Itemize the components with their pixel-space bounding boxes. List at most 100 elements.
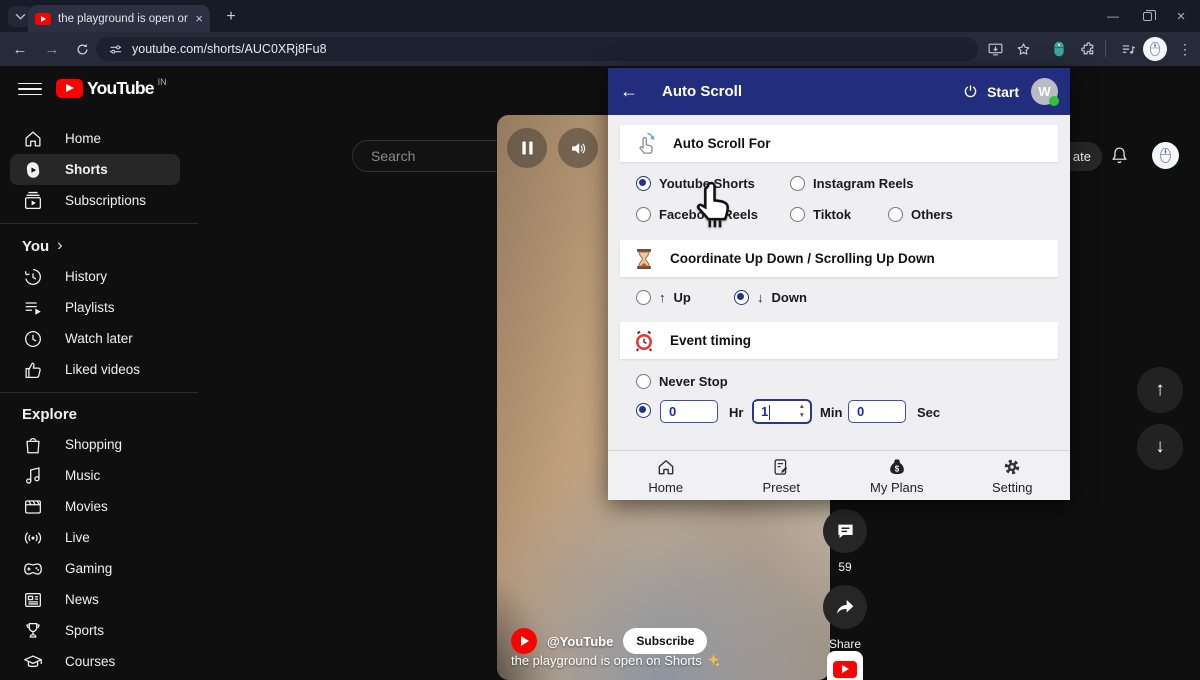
sidebar-item-music[interactable]: Music [10,460,180,491]
notifications-button[interactable] [1109,145,1130,166]
browser-menu-button[interactable]: ⋮ [1174,38,1196,60]
radio-icon[interactable] [636,290,651,305]
option-label: Down [772,290,807,305]
section-label: You [22,238,49,255]
sidebar-item-playlists[interactable]: Playlists [10,292,180,323]
browser-forward-button[interactable]: → [40,37,64,61]
youtube-region-label: IN [158,77,167,87]
pause-button[interactable] [507,128,547,168]
extensions-button[interactable] [1077,38,1099,60]
option-instagram-reels[interactable]: Instagram Reels [790,176,913,191]
browser-back-button[interactable]: ← [8,37,32,61]
browser-profile-avatar[interactable] [1143,37,1167,61]
home-icon [22,128,44,150]
number-spinner[interactable]: ▲ ▼ [799,402,805,420]
panel-header: ← Auto Scroll Start W [608,68,1070,115]
autoscroll-extension-button[interactable] [1048,38,1070,60]
option-never-stop[interactable]: Never Stop [636,374,728,389]
mute-button[interactable] [558,128,598,168]
radio-selected-icon[interactable] [734,290,749,305]
sound-thumbnail[interactable] [827,651,863,680]
tab-queue-button[interactable] [1117,38,1139,60]
radio-icon[interactable] [888,207,903,222]
channel-handle[interactable]: @YouTube [547,634,613,649]
text-caret [769,405,770,420]
browser-reload-button[interactable] [70,37,94,61]
hours-input[interactable] [660,400,718,423]
sidebar-item-home[interactable]: Home [10,123,180,154]
previous-short-button[interactable]: ↑ [1137,367,1183,413]
youtube-profile-avatar[interactable] [1152,142,1179,169]
sidebar-item-subscriptions[interactable]: Subscriptions [10,185,180,216]
power-icon [962,83,979,100]
option-label: Others [911,207,953,222]
window-close-button[interactable]: × [1166,0,1196,32]
radio-icon[interactable] [636,207,651,222]
sidebar-item-courses[interactable]: Courses [10,646,180,677]
star-icon [1015,41,1032,58]
thumb-up-icon [22,359,44,381]
channel-avatar[interactable] [511,628,537,654]
window-minimize-button[interactable]: — [1098,0,1128,32]
sidebar-item-shorts[interactable]: Shorts [10,154,180,185]
site-settings-icon[interactable] [108,42,123,57]
save-page-button[interactable] [984,38,1006,60]
option-custom-time[interactable] [636,403,651,418]
minutes-input-wrapper[interactable]: ▲ ▼ [752,399,812,424]
pause-icon [521,141,534,155]
option-up[interactable]: ↑ Up [636,290,691,305]
bookmark-button[interactable] [1012,38,1034,60]
panel-title: Auto Scroll [662,83,742,100]
nav-label: Setting [992,480,1032,495]
share-label: Share [810,637,880,651]
sidebar-item-movies[interactable]: Movies [10,491,180,522]
spinner-up-icon[interactable]: ▲ [799,402,805,411]
sidebar-item-liked-videos[interactable]: Liked videos [10,354,180,385]
shorts-icon [22,159,44,181]
sidebar-item-news[interactable]: News [10,584,180,615]
option-tiktok[interactable]: Tiktok [790,207,851,222]
direction-card: Coordinate Up Down / Scrolling Up Down [620,240,1058,277]
sidebar-item-watch-later[interactable]: Watch later [10,323,180,354]
browser-tab[interactable]: the playground is open on Shor × [28,5,210,32]
panel-nav-home[interactable]: Home [608,451,724,500]
guide-menu-button[interactable] [18,78,42,100]
comments-button[interactable] [823,509,867,553]
hand-cursor-icon [690,180,736,231]
panel-nav-preset[interactable]: Preset [724,451,840,500]
panel-nav-my-plans[interactable]: $ My Plans [839,451,955,500]
radio-icon[interactable] [636,374,651,389]
window-restore-button[interactable] [1132,0,1162,32]
option-label: Instagram Reels [813,176,913,191]
panel-back-button[interactable]: ← [620,81,638,102]
puzzle-icon [1080,41,1097,58]
sidebar-section-you[interactable]: You › [0,231,210,261]
youtube-logo-text: YouTube [87,77,154,100]
tab-close-icon[interactable]: × [195,11,203,26]
sidebar-item-sports[interactable]: Sports [10,615,180,646]
radio-icon[interactable] [790,207,805,222]
url-bar[interactable]: youtube.com/shorts/AUC0XRj8Fu8 [96,37,978,61]
share-button[interactable] [823,585,867,629]
radio-selected-icon[interactable] [636,176,651,191]
new-tab-button[interactable]: + [220,7,242,27]
next-short-button[interactable]: ↓ [1137,424,1183,470]
spinner-down-icon[interactable]: ▼ [799,411,805,420]
start-button[interactable]: Start [962,83,1019,100]
sidebar-item-gaming[interactable]: Gaming [10,553,180,584]
seconds-input[interactable] [848,400,906,423]
event-timing-card: Event timing [620,322,1058,359]
sidebar-item-shopping[interactable]: Shopping [10,429,180,460]
panel-avatar[interactable]: W [1031,78,1058,105]
video-caption[interactable]: the playground is open on Shorts [511,653,720,668]
option-down[interactable]: ↓ Down [734,290,807,305]
radio-selected-icon[interactable] [636,403,651,418]
youtube-logo[interactable]: YouTube IN [56,77,167,100]
option-others[interactable]: Others [888,207,953,222]
panel-nav-setting[interactable]: Setting [955,451,1071,500]
card-title: Auto Scroll For [673,136,771,151]
radio-icon[interactable] [790,176,805,191]
subscribe-button[interactable]: Subscribe [623,628,707,654]
sidebar-item-history[interactable]: History [10,261,180,292]
sidebar-item-live[interactable]: Live [10,522,180,553]
